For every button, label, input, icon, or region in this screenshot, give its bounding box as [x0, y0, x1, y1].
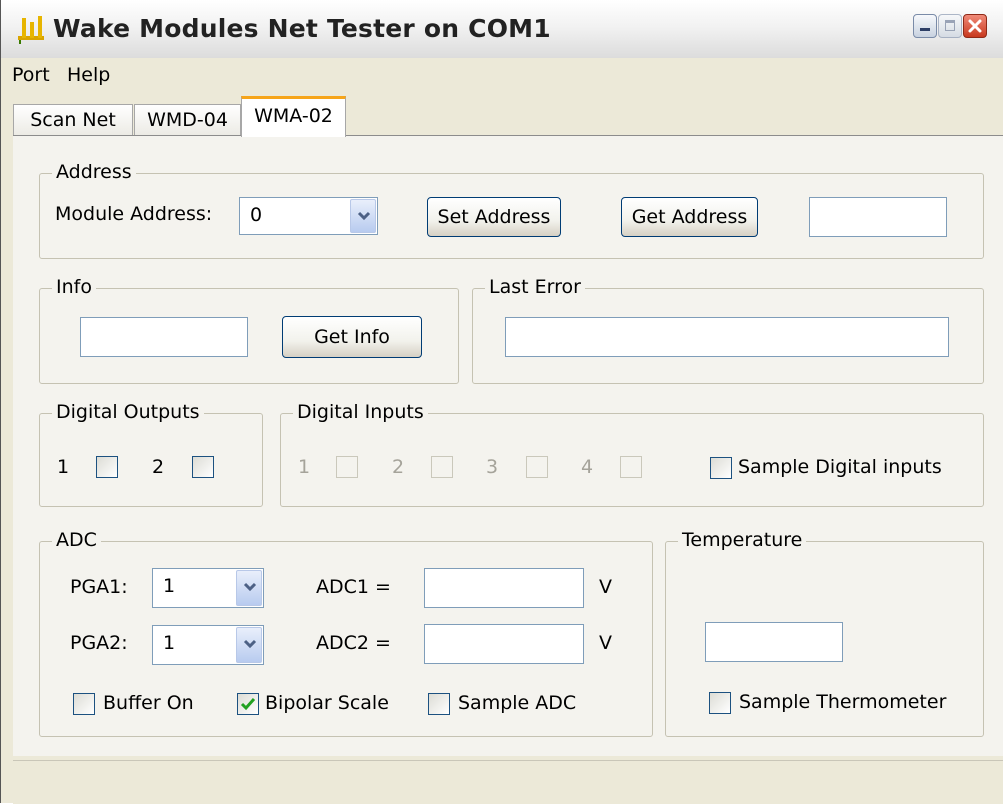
info-field[interactable] [80, 317, 248, 357]
digital-input-4-label: 4 [581, 456, 594, 478]
address-group: Address Module Address: 0 Set Address Ge… [39, 161, 984, 259]
digital-outputs-group: Digital Outputs 1 2 [39, 401, 263, 507]
adc-group: ADC PGA1: 1 ADC1 = V PGA2: 1 ADC2 = V Bu… [39, 529, 653, 737]
minimize-button[interactable] [913, 14, 937, 38]
menu-bar: Port Help [1, 58, 1003, 92]
get-address-button[interactable]: Get Address [621, 197, 758, 237]
digital-inputs-group: Digital Inputs 1 2 3 4 Sample Digital in… [280, 401, 984, 507]
tab-scan-net[interactable]: Scan Net [13, 104, 133, 135]
buffer-on-checkbox[interactable] [73, 693, 95, 715]
adc1-label: ADC1 = [316, 576, 391, 598]
digital-outputs-group-title: Digital Outputs [52, 401, 204, 423]
adc-group-title: ADC [52, 529, 101, 551]
pga1-value: 1 [163, 575, 176, 597]
adc2-field[interactable] [424, 624, 584, 664]
last-error-group: Last Error [472, 276, 984, 384]
last-error-field[interactable] [505, 317, 949, 357]
close-button[interactable] [963, 14, 987, 38]
pga2-label: PGA2: [70, 632, 128, 654]
adc2-label: ADC2 = [316, 632, 391, 654]
digital-output-1-checkbox[interactable] [96, 456, 118, 478]
checkmark-icon [240, 698, 256, 711]
menu-help[interactable]: Help [67, 64, 110, 86]
tab-wma-02[interactable]: WMA-02 [241, 96, 346, 137]
digital-input-1-label: 1 [298, 456, 311, 478]
maximize-button[interactable] [938, 14, 962, 38]
minimize-icon [920, 28, 930, 31]
digital-output-2-label: 2 [152, 456, 165, 478]
temperature-field[interactable] [705, 622, 843, 662]
pga2-select[interactable]: 1 [152, 625, 264, 665]
app-icon [18, 16, 44, 44]
title-bar[interactable]: Wake Modules Net Tester on COM1 [1, 0, 1003, 59]
tab-panel: Address Module Address: 0 Set Address Ge… [13, 136, 1003, 756]
sample-digital-inputs-label[interactable]: Sample Digital inputs [738, 456, 942, 478]
sample-adc-label[interactable]: Sample ADC [458, 692, 576, 714]
tab-wmd-04[interactable]: WMD-04 [134, 104, 241, 135]
digital-output-2-checkbox[interactable] [192, 456, 214, 478]
digital-input-2-label: 2 [392, 456, 405, 478]
temperature-group: Temperature Sample Thermometer [665, 529, 984, 737]
buffer-on-label[interactable]: Buffer On [103, 692, 194, 714]
adc2-unit: V [599, 632, 612, 654]
sample-adc-checkbox[interactable] [428, 693, 450, 715]
maximize-icon [945, 20, 955, 31]
chevron-down-icon [243, 639, 257, 649]
module-address-value: 0 [250, 204, 263, 226]
digital-input-1-checkbox [336, 456, 358, 478]
info-group-title: Info [52, 276, 96, 298]
pga1-label: PGA1: [70, 576, 128, 598]
dropdown-arrow-button[interactable] [236, 570, 262, 606]
chevron-down-icon [243, 582, 257, 592]
digital-input-2-checkbox [431, 456, 453, 478]
window-title: Wake Modules Net Tester on COM1 [53, 14, 551, 43]
address-group-title: Address [52, 161, 136, 183]
adc1-field[interactable] [424, 568, 584, 608]
digital-inputs-group-title: Digital Inputs [293, 401, 428, 423]
sample-thermometer-label[interactable]: Sample Thermometer [739, 691, 946, 713]
module-address-select[interactable]: 0 [239, 197, 378, 235]
digital-input-3-label: 3 [486, 456, 499, 478]
bipolar-scale-checkbox[interactable] [237, 693, 259, 715]
adc1-unit: V [599, 576, 612, 598]
get-info-button[interactable]: Get Info [282, 316, 422, 358]
sample-digital-inputs-checkbox[interactable] [710, 457, 732, 479]
module-address-label: Module Address: [55, 203, 213, 225]
dropdown-arrow-button[interactable] [236, 627, 262, 663]
menu-port[interactable]: Port [12, 64, 50, 86]
info-group: Info Get Info [39, 276, 459, 384]
bipolar-scale-label[interactable]: Bipolar Scale [265, 692, 389, 714]
chevron-down-icon [357, 211, 371, 221]
address-output-field[interactable] [809, 197, 947, 237]
app-window: Wake Modules Net Tester on COM1 Port Hel… [0, 0, 1003, 804]
temperature-group-title: Temperature [678, 529, 807, 551]
digital-input-4-checkbox [620, 456, 642, 478]
pga2-value: 1 [163, 632, 176, 654]
digital-output-1-label: 1 [57, 456, 70, 478]
last-error-group-title: Last Error [485, 276, 585, 298]
sample-thermometer-checkbox[interactable] [709, 692, 731, 714]
pga1-select[interactable]: 1 [152, 568, 264, 608]
set-address-button[interactable]: Set Address [427, 197, 561, 237]
status-bar [13, 760, 1003, 804]
digital-input-3-checkbox [526, 456, 548, 478]
dropdown-arrow-button[interactable] [350, 199, 376, 233]
close-icon [968, 19, 982, 33]
